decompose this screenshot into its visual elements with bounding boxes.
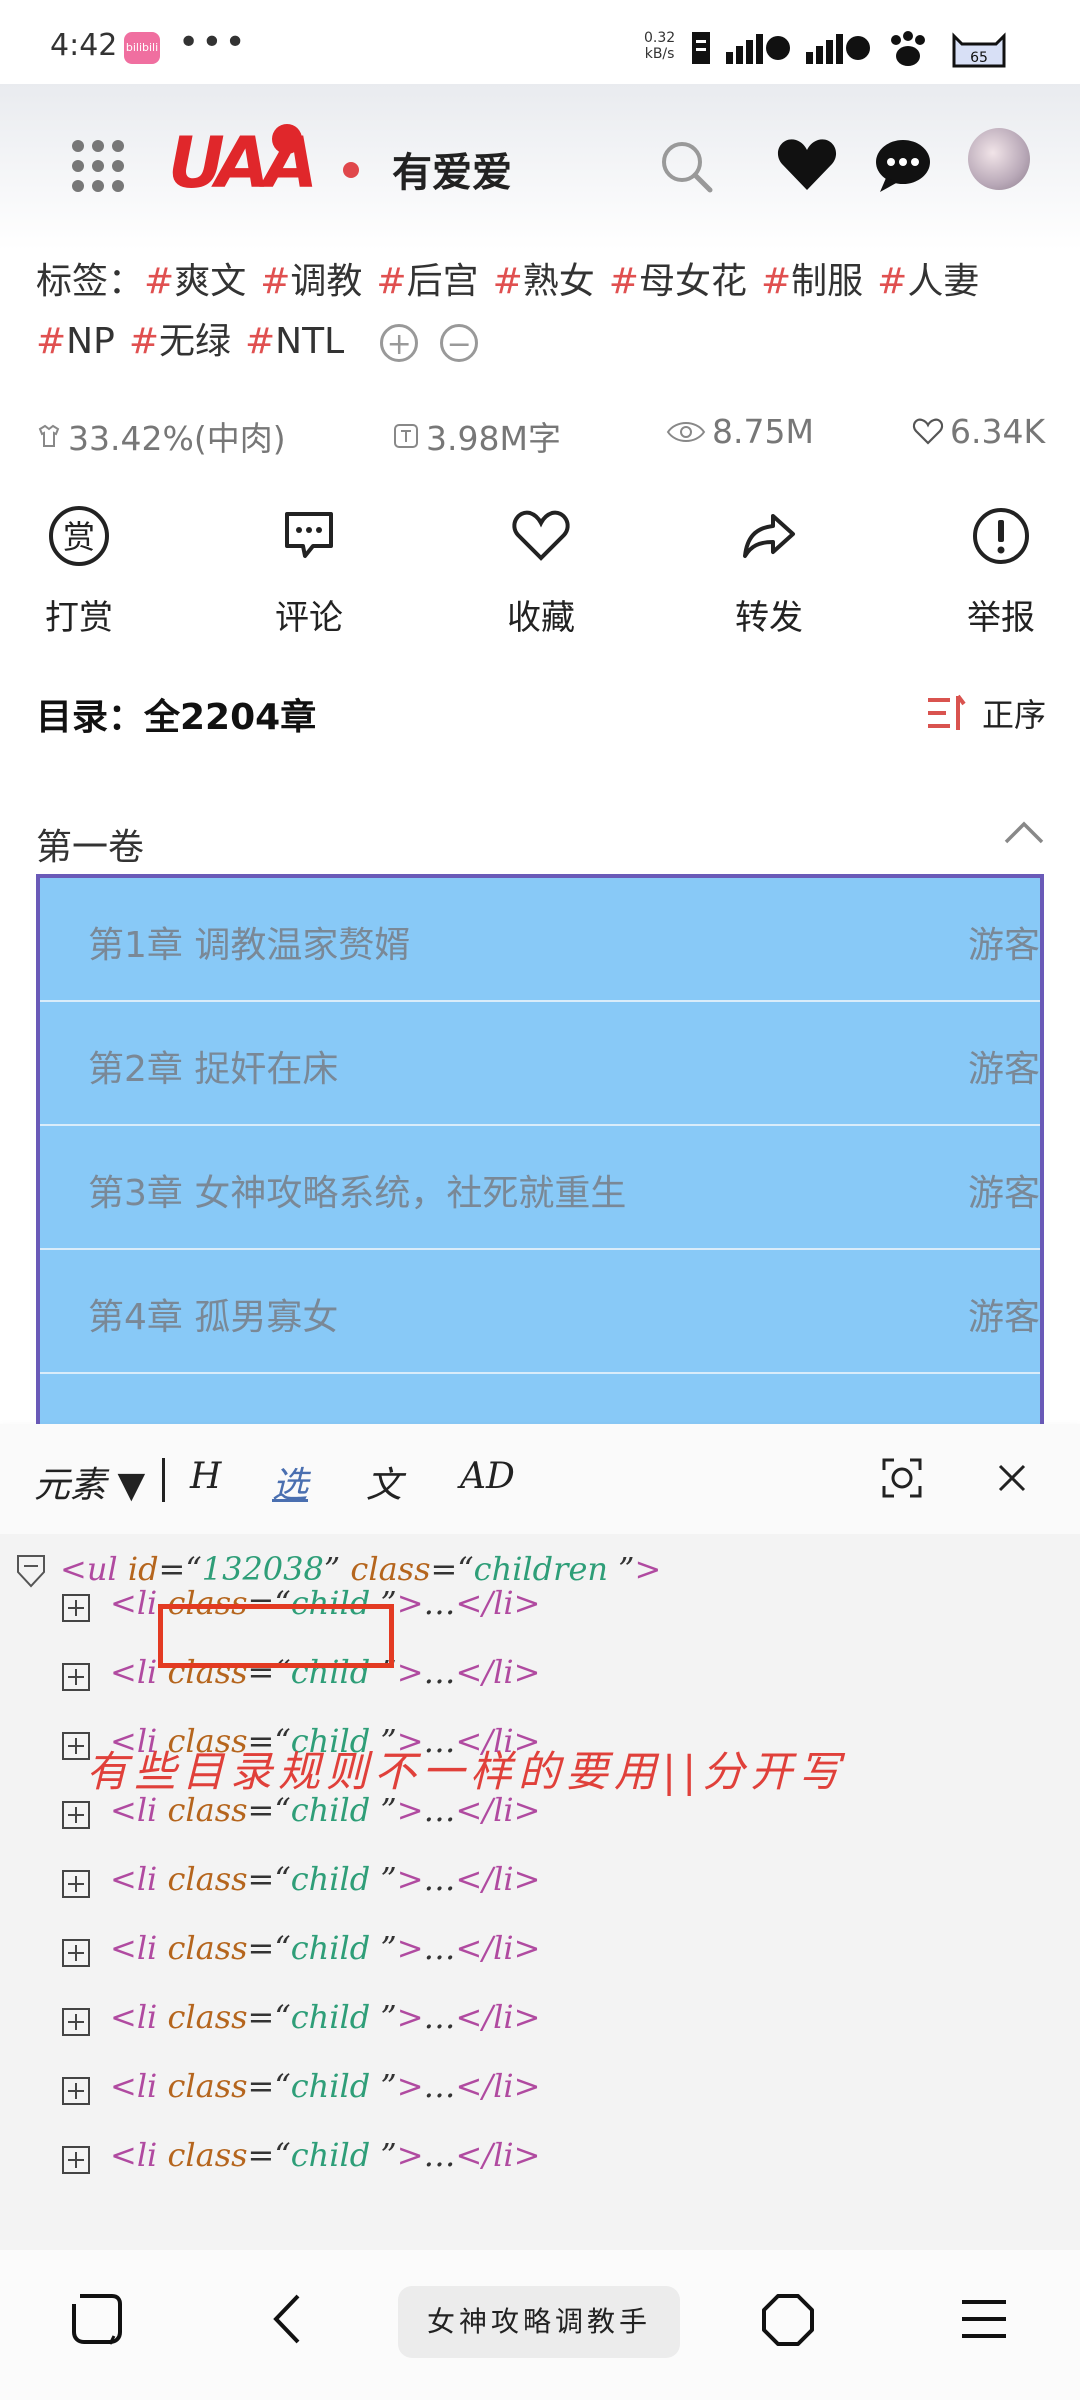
bilibili-app-icon: bilibili bbox=[124, 32, 160, 64]
h-tool-button[interactable]: H bbox=[190, 1456, 221, 1497]
tip-button[interactable]: 赏 打赏 bbox=[4, 504, 154, 639]
tag-item[interactable]: #无绿 bbox=[129, 321, 231, 362]
toolbar-divider bbox=[162, 1458, 165, 1502]
expand-node-icon[interactable] bbox=[62, 2008, 90, 2036]
user-avatar[interactable] bbox=[968, 128, 1030, 190]
annotation-note: 有些目录规则不一样的要用||分开写 bbox=[86, 1747, 847, 1796]
volume-title[interactable]: 第一卷 bbox=[36, 818, 144, 870]
back-icon[interactable] bbox=[268, 2292, 308, 2346]
apps-menu-icon[interactable] bbox=[72, 140, 124, 192]
tag-item[interactable]: #调教 bbox=[260, 261, 362, 302]
add-tag-button[interactable]: + bbox=[380, 324, 419, 362]
expand-node-icon[interactable] bbox=[62, 1801, 90, 1829]
expand-node-icon[interactable] bbox=[62, 1663, 90, 1691]
report-label: 举报 bbox=[967, 598, 1035, 638]
more-notifications-icon: ••• bbox=[178, 22, 248, 63]
screenshot-target-icon[interactable] bbox=[880, 1456, 924, 1500]
comment-label: 评论 bbox=[275, 598, 343, 638]
sort-label: 正序 bbox=[982, 696, 1047, 734]
sort-order-button[interactable]: 正序 bbox=[926, 690, 1046, 736]
network-speed-value: 0.32 bbox=[644, 30, 676, 46]
expand-node-icon[interactable] bbox=[62, 2077, 90, 2105]
tag-item[interactable]: #NP bbox=[36, 321, 115, 362]
expand-node-icon[interactable] bbox=[62, 1870, 90, 1898]
app-header: UAA 有爱爱 bbox=[0, 84, 1080, 250]
status-time: 4:42 bbox=[50, 28, 118, 63]
tags-label: 标签： bbox=[36, 261, 145, 302]
network-speed: 0.32 kB/s bbox=[644, 30, 675, 62]
tag-item[interactable]: #母女花 bbox=[609, 261, 747, 302]
inspector-toolbar: 元素 ▼ H 选 文 AD bbox=[0, 1424, 1080, 1534]
ad-tool-button[interactable]: AD bbox=[460, 1456, 515, 1497]
comment-button[interactable]: 评论 bbox=[234, 504, 384, 639]
select-tool-button[interactable]: 选 bbox=[272, 1456, 308, 1508]
expand-node-icon[interactable] bbox=[62, 1594, 90, 1622]
stat-words: 3.98M字 bbox=[392, 412, 561, 460]
stat-views: 8.75M bbox=[666, 412, 814, 451]
share-icon bbox=[743, 514, 795, 558]
collapse-node-icon[interactable] bbox=[16, 1554, 46, 1588]
share-label: 转发 bbox=[735, 598, 803, 638]
stat-likes: 6.34K bbox=[912, 412, 1045, 451]
text-tool-button[interactable]: 文 bbox=[366, 1456, 402, 1508]
separator-dot-icon bbox=[343, 162, 359, 178]
toc-title: 目录：全2204章 bbox=[36, 697, 317, 738]
share-button[interactable]: 转发 bbox=[694, 504, 844, 639]
messages-icon[interactable] bbox=[872, 134, 934, 196]
battery-level: 65 bbox=[970, 50, 988, 66]
highlight-box bbox=[158, 1604, 394, 1668]
battery-cat-icon: 65 bbox=[952, 32, 1006, 68]
expand-node-icon[interactable] bbox=[62, 2146, 90, 2174]
bottom-nav: 女神攻略调教手 bbox=[0, 2250, 1080, 2400]
tip-glyph: 赏 bbox=[63, 518, 95, 556]
eye-icon bbox=[666, 421, 706, 442]
tabs-icon[interactable] bbox=[70, 2292, 124, 2346]
favorite-label: 收藏 bbox=[507, 598, 575, 638]
logo-dot-icon bbox=[272, 124, 302, 154]
close-icon[interactable] bbox=[994, 1460, 1030, 1496]
tag-item[interactable]: #熟女 bbox=[493, 261, 595, 302]
tag-item[interactable]: #NTL bbox=[245, 321, 344, 362]
expand-node-icon[interactable] bbox=[62, 1939, 90, 1967]
url-bar[interactable]: 女神攻略调教手 bbox=[398, 2286, 680, 2358]
text-count-icon bbox=[394, 424, 418, 448]
element-mode-dropdown[interactable]: 元素 ▼ bbox=[34, 1456, 145, 1508]
app-name: 有爱爱 bbox=[392, 150, 512, 196]
chapter-list: 第1章 调教温家赘婿 游客 第2章 捉奸在床 游客 第3章 女神攻略系统，社死就… bbox=[36, 874, 1044, 1430]
report-icon bbox=[973, 508, 1029, 564]
tip-label: 打赏 bbox=[45, 598, 113, 638]
tag-item[interactable]: #爽文 bbox=[144, 261, 246, 302]
status-bar: 4:42 bilibili ••• 0.32 kB/s 65 bbox=[0, 0, 1080, 84]
stat-meat: 33.42%(中肉) bbox=[36, 412, 286, 460]
home-icon[interactable] bbox=[760, 2292, 816, 2348]
signal-strength-2-icon bbox=[806, 34, 870, 64]
heart-icon bbox=[512, 510, 570, 561]
report-button[interactable]: 举报 bbox=[926, 504, 1076, 639]
tag-item[interactable]: #制服 bbox=[761, 261, 863, 302]
chapter-item[interactable]: 第2章 捉奸在床 游客 bbox=[40, 1002, 1040, 1126]
chapter-item[interactable]: 第3章 女神攻略系统，社死就重生 游客 bbox=[40, 1126, 1040, 1250]
sort-icon bbox=[928, 694, 966, 730]
sim-card-icon bbox=[692, 32, 710, 64]
shirt-icon bbox=[38, 424, 60, 447]
chapter-item[interactable]: 第4章 孤男寡女 游客 bbox=[40, 1250, 1040, 1374]
tip-icon: 赏 bbox=[49, 506, 109, 566]
network-speed-unit: kB/s bbox=[644, 46, 675, 62]
chapter-item[interactable]: 第1章 调教温家赘婿 游客 bbox=[40, 878, 1040, 1002]
tags-block: 标签：#爽文 #调教 #后宫 #熟女 #母女花 #制服 #人妻 #NP #无绿 #NTL + − bbox=[36, 252, 1046, 372]
search-icon[interactable] bbox=[656, 136, 716, 196]
favorites-heart-icon[interactable] bbox=[776, 134, 838, 196]
heart-outline-icon bbox=[912, 418, 944, 445]
tag-item[interactable]: #人妻 bbox=[877, 261, 979, 302]
tag-item[interactable]: #后宫 bbox=[376, 261, 478, 302]
remove-tag-button[interactable]: − bbox=[440, 324, 479, 362]
chevron-up-icon[interactable] bbox=[1002, 818, 1046, 848]
signal-strength-icon bbox=[726, 34, 790, 64]
comment-icon bbox=[285, 512, 333, 558]
paw-icon bbox=[891, 31, 925, 66]
favorite-button[interactable]: 收藏 bbox=[466, 504, 616, 639]
menu-icon[interactable] bbox=[960, 2292, 1008, 2346]
